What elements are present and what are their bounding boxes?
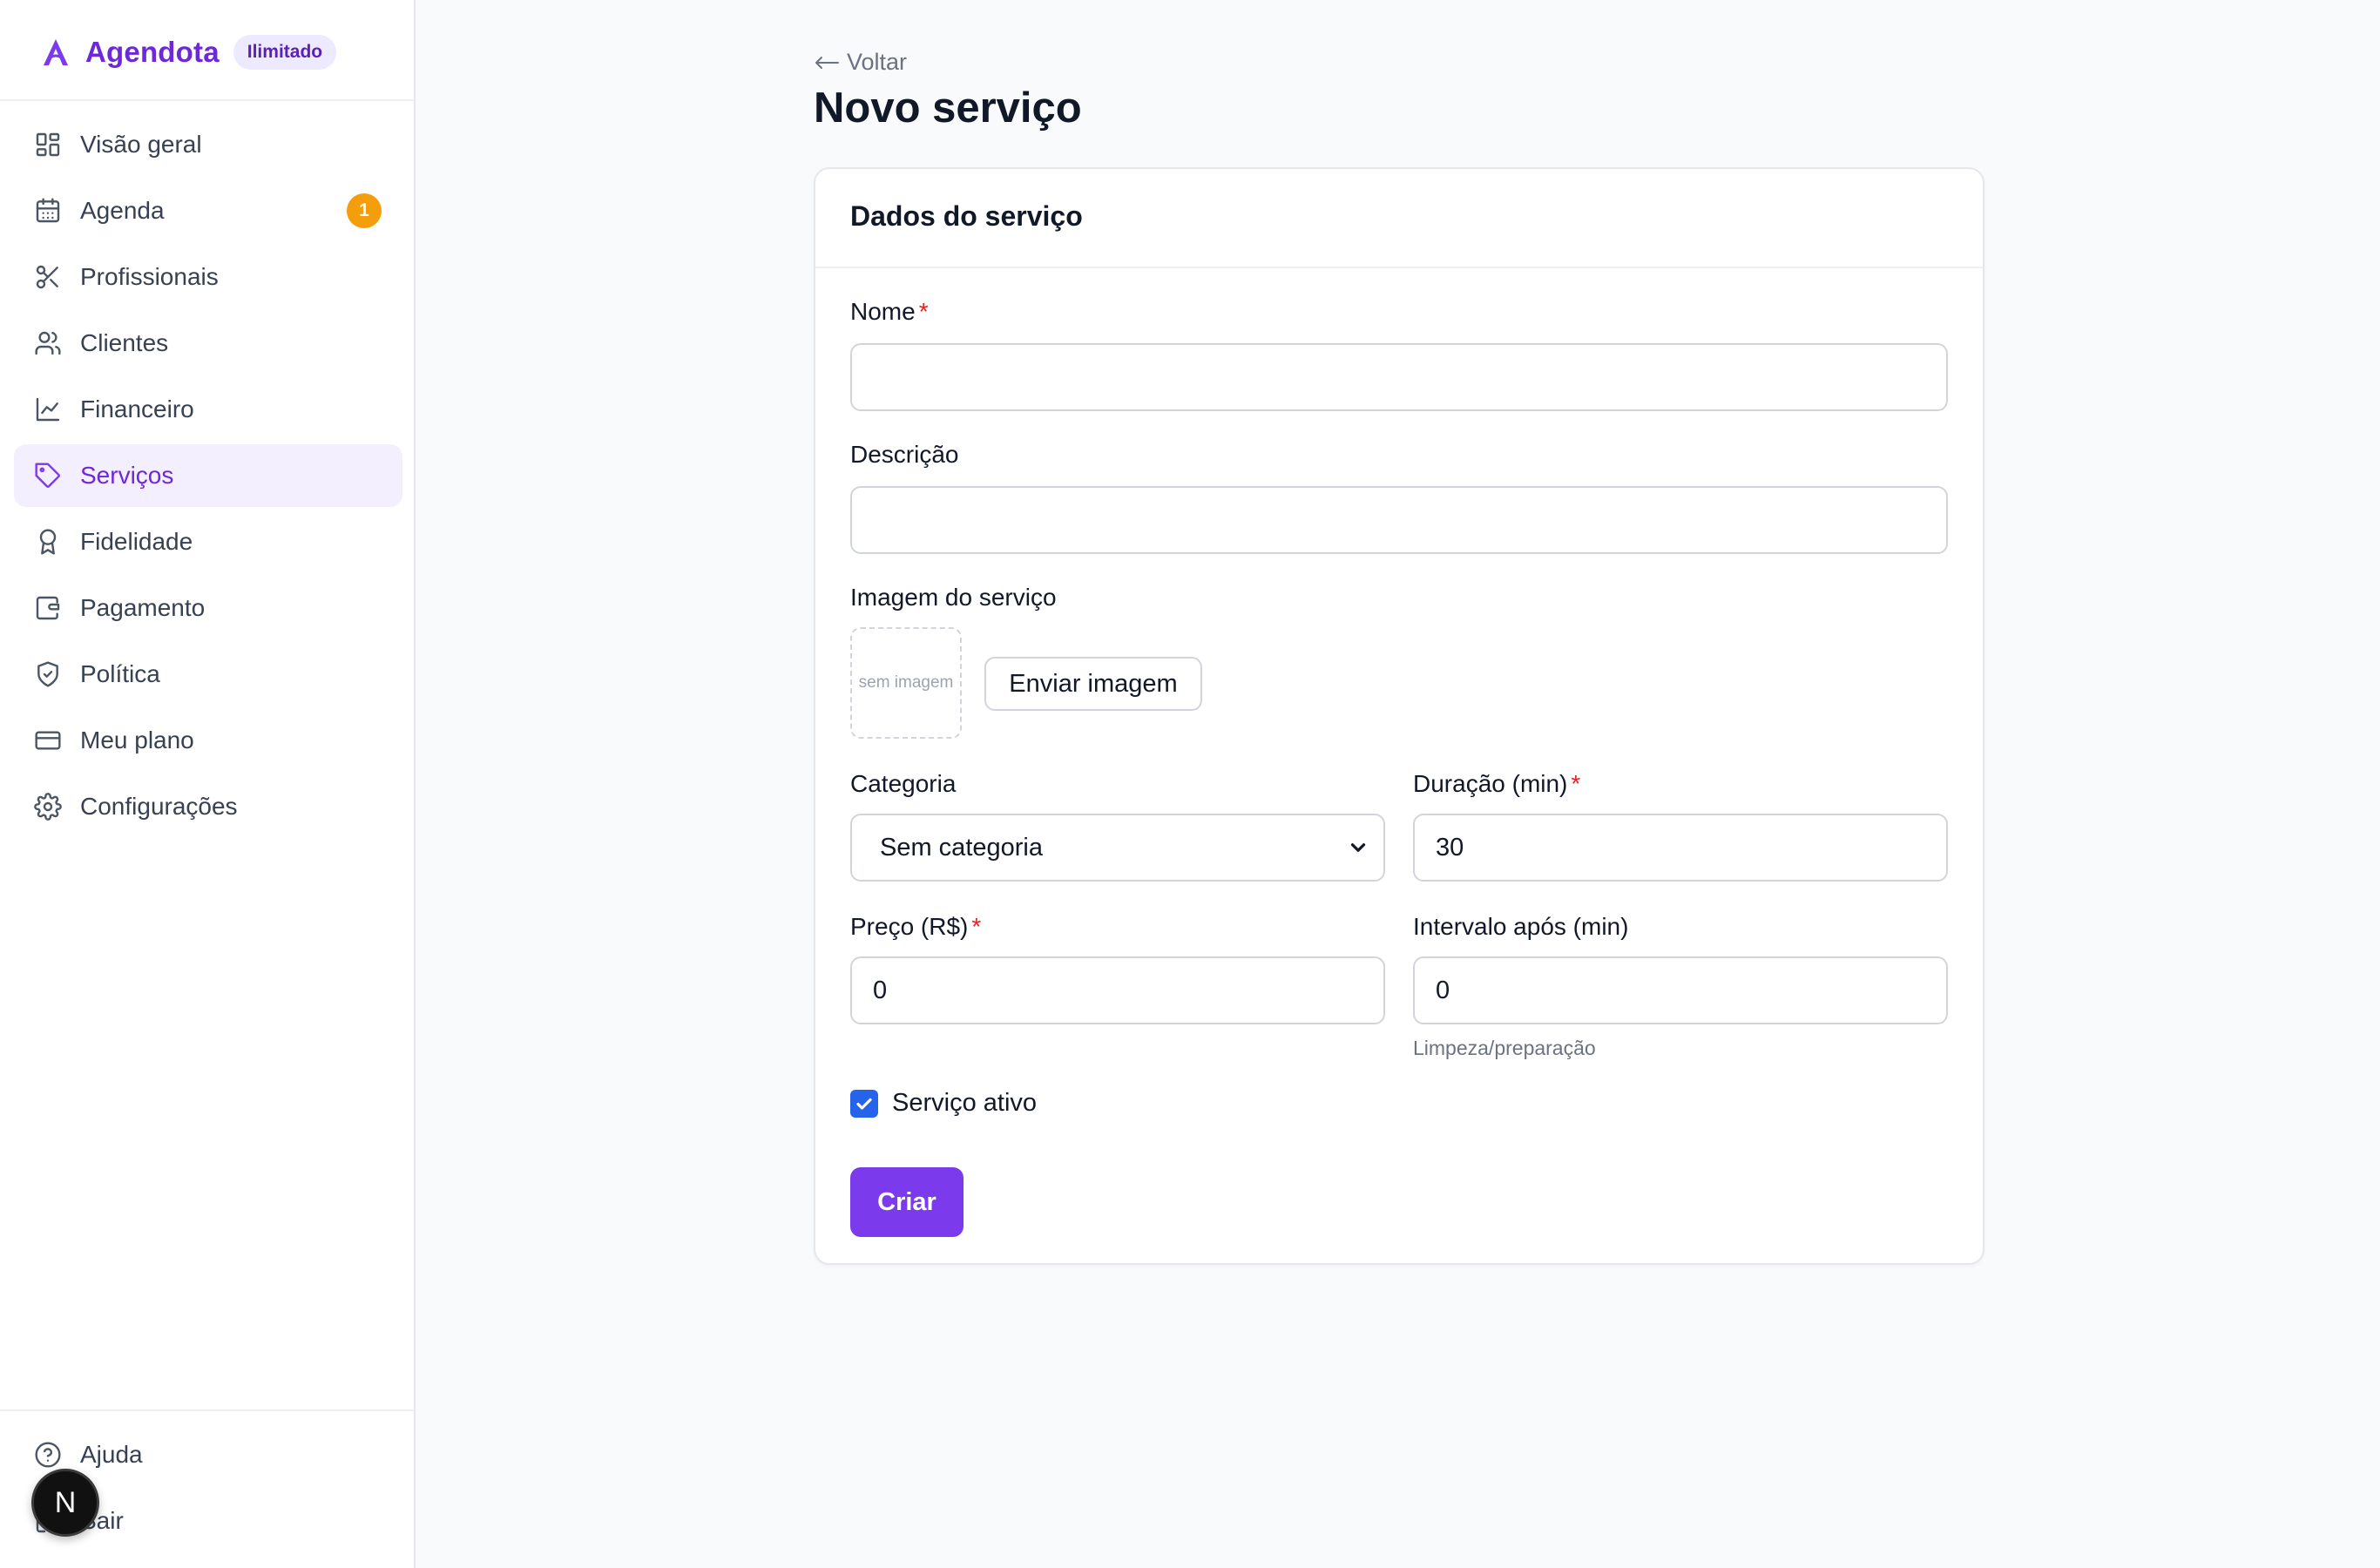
sidebar-item-label: Ajuda (80, 1441, 143, 1468)
sidebar-item-label: Configurações (80, 793, 238, 820)
plan-badge: Ilimitado (233, 35, 337, 70)
sidebar-divider (0, 1409, 414, 1411)
sidebar-item-fidelidade[interactable]: Fidelidade (14, 510, 402, 573)
users-icon (33, 328, 63, 358)
tag-icon (33, 461, 63, 490)
award-icon (33, 527, 63, 557)
brand-name: Agendota (85, 36, 220, 68)
sidebar-item-label: Política (80, 660, 160, 687)
sidebar-item-servicos[interactable]: Serviços (14, 444, 402, 507)
sidebar-item-financeiro[interactable]: Financeiro (14, 378, 402, 441)
sidebar-item-visao-geral[interactable]: Visão geral (14, 113, 402, 176)
brand-logo-icon (38, 35, 73, 70)
sidebar-item-label: Profissionais (80, 263, 219, 290)
name-input[interactable] (850, 343, 1948, 411)
upload-image-button[interactable]: Enviar imagem (984, 657, 1202, 711)
sidebar-item-label: Serviços (80, 462, 174, 489)
interval-input[interactable]: 0 (1413, 956, 1948, 1024)
chevron-down-icon (1350, 843, 1366, 852)
name-label: Nome * (850, 298, 929, 326)
back-link-label: Voltar (847, 49, 908, 75)
brand[interactable]: Agendota Ilimitado (38, 26, 337, 78)
sidebar-item-label: Financeiro (80, 395, 194, 422)
duration-label-text: Duração (min) (1413, 770, 1568, 797)
sidebar-nav: Visão geral Agenda 1 Profissionais Clien… (14, 113, 402, 841)
scissors-icon (33, 262, 63, 292)
checkmark-icon (856, 1098, 872, 1110)
sidebar-item-label: Pagamento (80, 594, 206, 621)
sidebar-item-label: Meu plano (80, 727, 194, 754)
sidebar-divider (0, 99, 414, 101)
sidebar: Agendota Ilimitado Visão geral Agenda 1 … (0, 0, 416, 1568)
image-preview: sem imagem (850, 627, 962, 739)
interval-label: Intervalo após (min) (1413, 913, 1629, 940)
page-title: Novo serviço (814, 84, 1082, 132)
sidebar-item-politica[interactable]: Política (14, 643, 402, 706)
sidebar-item-pagamento[interactable]: Pagamento (14, 577, 402, 639)
shield-icon (33, 659, 63, 689)
help-circle-icon (33, 1440, 63, 1470)
create-button[interactable]: Criar (850, 1167, 963, 1237)
interval-hint: Limpeza/preparação (1413, 1037, 1596, 1059)
credit-card-icon (33, 726, 63, 755)
category-label: Categoria (850, 770, 957, 797)
description-input[interactable] (850, 486, 1948, 554)
notification-badge: 1 (347, 193, 382, 228)
arrow-left-icon (815, 56, 839, 69)
category-select-value: Sem categoria (880, 833, 1043, 862)
price-label-text: Preço (R$) (850, 913, 969, 940)
active-checkbox[interactable] (850, 1089, 878, 1118)
price-label: Preço (R$) * (850, 913, 981, 941)
card-title: Dados do serviço (850, 200, 1083, 232)
description-label: Descrição (850, 441, 959, 468)
duration-input[interactable]: 30 (1413, 814, 1948, 882)
name-label-text: Nome (850, 298, 916, 325)
active-checkbox-row[interactable]: Serviço ativo (850, 1089, 1037, 1118)
sidebar-item-label: Clientes (80, 329, 169, 356)
calendar-icon (33, 196, 63, 226)
line-chart-icon (33, 395, 63, 424)
sidebar-item-clientes[interactable]: Clientes (14, 312, 402, 375)
grid-icon (33, 130, 63, 159)
sidebar-item-label: Fidelidade (80, 528, 193, 555)
required-mark: * (1571, 770, 1581, 797)
required-mark: * (971, 913, 982, 940)
sidebar-item-label: Agenda (80, 197, 165, 224)
image-label: Imagem do serviço (850, 584, 1057, 611)
sidebar-item-label: Visão geral (80, 131, 202, 158)
active-checkbox-label: Serviço ativo (892, 1089, 1038, 1117)
sidebar-item-agenda[interactable]: Agenda 1 (14, 179, 402, 242)
wallet-icon (33, 593, 63, 623)
sidebar-item-configuracoes[interactable]: Configurações (14, 775, 402, 838)
back-link[interactable]: Voltar (814, 49, 907, 76)
duration-label: Duração (min) * (1413, 770, 1580, 798)
card-header: Dados do serviço (815, 169, 1983, 268)
sidebar-item-profissionais[interactable]: Profissionais (14, 246, 402, 308)
service-form-card: Dados do serviço Nome * Descrição Imagem … (814, 167, 1984, 1265)
category-select[interactable]: Sem categoria (850, 814, 1385, 882)
required-mark: * (918, 298, 929, 325)
gear-icon (33, 792, 63, 821)
price-input[interactable]: 0 (850, 956, 1385, 1024)
dev-tools-button[interactable]: N (31, 1469, 99, 1537)
sidebar-item-meu-plano[interactable]: Meu plano (14, 709, 402, 772)
